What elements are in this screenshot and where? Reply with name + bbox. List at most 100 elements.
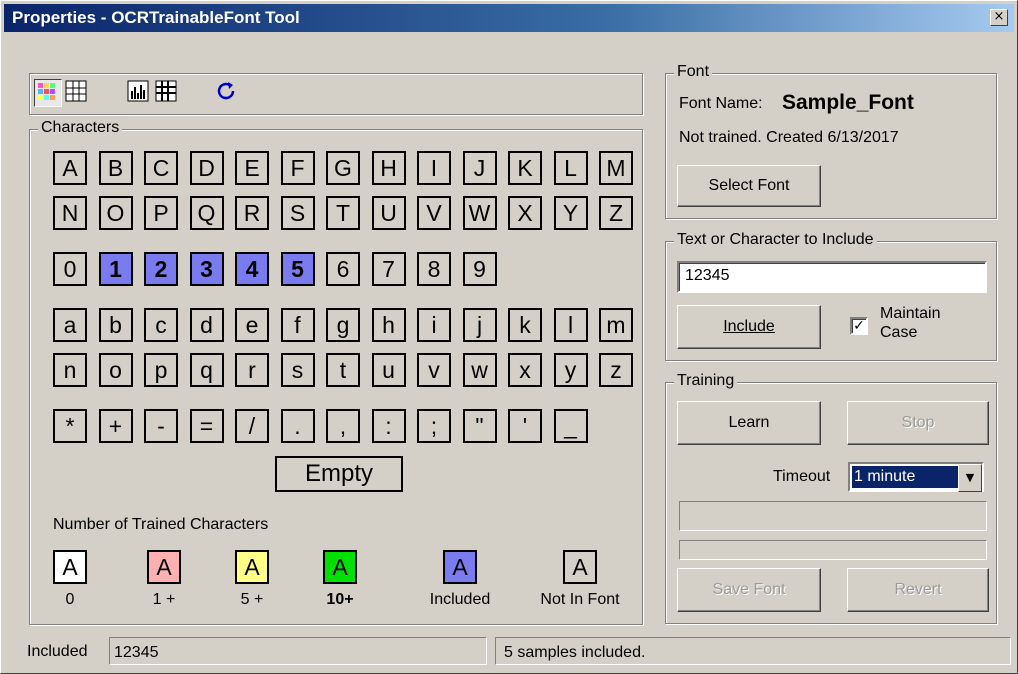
include-button[interactable]: Include [677, 305, 821, 349]
grid-view-icon[interactable] [64, 79, 90, 105]
trained-legend-title: Number of Trained Characters [53, 516, 269, 533]
char-uppercase_row1-3[interactable]: D [189, 151, 224, 185]
char-uppercase_row1-8[interactable]: I [417, 151, 451, 185]
char-lowercase_row1-7[interactable]: h [371, 308, 406, 342]
char-lowercase_row1-11[interactable]: l [553, 308, 588, 342]
char-lowercase_row1-2[interactable]: c [144, 308, 178, 342]
char-uppercase_row1-10[interactable]: K [508, 151, 542, 185]
char-symbols-4[interactable]: / [235, 409, 269, 443]
char-symbols-10[interactable]: ' [508, 409, 542, 443]
char-lowercase_row2-11[interactable]: y [553, 353, 588, 387]
char-uppercase_row1-6[interactable]: G [326, 151, 360, 185]
char-lowercase_row2-3[interactable]: q [189, 353, 224, 387]
char-uppercase_row1-1[interactable]: B [98, 151, 133, 185]
learn-button[interactable]: Learn [677, 401, 821, 445]
char-uppercase_row2-7[interactable]: U [371, 196, 406, 230]
char-lowercase_row2-7[interactable]: u [371, 353, 406, 387]
char-lowercase_row1-9[interactable]: j [462, 308, 497, 342]
char-uppercase_row2-2[interactable]: P [144, 196, 178, 230]
char-digits-6[interactable]: 6 [326, 252, 360, 286]
char-symbols-8[interactable]: ; [417, 409, 451, 443]
char-uppercase_row2-6[interactable]: T [326, 196, 360, 230]
char-uppercase_row2-10[interactable]: X [508, 196, 542, 230]
char-lowercase_row1-0[interactable]: a [53, 308, 87, 342]
include-text-input[interactable]: 12345 [677, 261, 987, 293]
char-uppercase_row1-0[interactable]: A [53, 151, 87, 185]
char-digits-2[interactable]: 2 [144, 252, 178, 286]
histogram-icon[interactable] [126, 79, 152, 105]
char-uppercase_row1-12[interactable]: M [599, 151, 633, 185]
revert-button[interactable]: Revert [847, 568, 989, 612]
char-lowercase_row2-6[interactable]: t [326, 353, 360, 387]
char-lowercase_row1-12[interactable]: m [599, 308, 633, 342]
title-bar[interactable]: Properties - OCRTrainableFont Tool × [4, 4, 1014, 32]
progress-bar-1 [679, 501, 987, 531]
char-lowercase_row2-1[interactable]: o [98, 353, 133, 387]
char-symbols-11[interactable]: _ [553, 409, 588, 443]
char-symbols-7[interactable]: : [371, 409, 406, 443]
char-digits-9[interactable]: 9 [462, 252, 497, 286]
char-digits-3[interactable]: 3 [189, 252, 224, 286]
char-uppercase_row2-4[interactable]: R [235, 196, 269, 230]
char-uppercase_row1-9[interactable]: J [462, 151, 497, 185]
save-font-button[interactable]: Save Font [677, 568, 821, 612]
refresh-icon[interactable] [214, 79, 240, 105]
char-lowercase_row2-5[interactable]: s [280, 353, 315, 387]
char-uppercase_row1-5[interactable]: F [280, 151, 315, 185]
char-lowercase_row2-10[interactable]: x [508, 353, 542, 387]
char-uppercase_row2-1[interactable]: O [98, 196, 133, 230]
table-icon[interactable] [154, 79, 180, 105]
char-lowercase_row2-2[interactable]: p [144, 353, 178, 387]
char-uppercase_row2-11[interactable]: Y [553, 196, 588, 230]
char-symbols-1[interactable]: + [98, 409, 133, 443]
close-icon[interactable]: × [990, 9, 1008, 26]
swatch-label-5: Not In Font [540, 591, 620, 608]
char-uppercase_row2-5[interactable]: S [280, 196, 315, 230]
color-view-icon[interactable] [34, 79, 62, 107]
char-symbols-6[interactable]: , [326, 409, 360, 443]
char-uppercase_row1-4[interactable]: E [235, 151, 269, 185]
maintain-case-label: Maintain Case [880, 304, 940, 342]
chevron-down-icon[interactable]: ▼ [958, 464, 982, 492]
char-lowercase_row1-10[interactable]: k [508, 308, 542, 342]
char-symbols-9[interactable]: " [462, 409, 497, 443]
char-lowercase_row1-6[interactable]: g [326, 308, 360, 342]
char-uppercase_row2-8[interactable]: V [417, 196, 451, 230]
char-uppercase_row2-9[interactable]: W [462, 196, 497, 230]
char-digits-1[interactable]: 1 [98, 252, 133, 286]
swatch-2: A [235, 550, 269, 584]
char-digits-0[interactable]: 0 [53, 252, 87, 286]
char-uppercase_row1-11[interactable]: L [553, 151, 588, 185]
maintain-case-line2: Case [880, 324, 918, 341]
status-message: 5 samples included. [495, 637, 1011, 665]
char-uppercase_row1-7[interactable]: H [371, 151, 406, 185]
char-symbols-3[interactable]: = [189, 409, 224, 443]
char-symbols-0[interactable]: * [53, 409, 87, 443]
char-uppercase_row2-3[interactable]: Q [189, 196, 224, 230]
char-lowercase_row2-9[interactable]: w [462, 353, 497, 387]
char-symbols-2[interactable]: - [144, 409, 178, 443]
char-digits-4[interactable]: 4 [235, 252, 269, 286]
char-lowercase_row1-8[interactable]: i [417, 308, 451, 342]
stop-button[interactable]: Stop [847, 401, 989, 445]
empty-character-button[interactable]: Empty [275, 456, 403, 492]
char-lowercase_row2-12[interactable]: z [599, 353, 633, 387]
char-uppercase_row1-2[interactable]: C [144, 151, 178, 185]
timeout-select[interactable]: 1 minute ▼ [848, 462, 984, 492]
char-lowercase_row2-8[interactable]: v [417, 353, 451, 387]
char-digits-7[interactable]: 7 [371, 252, 406, 286]
char-uppercase_row2-12[interactable]: Z [599, 196, 633, 230]
char-lowercase_row2-0[interactable]: n [53, 353, 87, 387]
char-lowercase_row1-5[interactable]: f [280, 308, 315, 342]
timeout-value: 1 minute [852, 466, 958, 488]
char-digits-5[interactable]: 5 [280, 252, 315, 286]
char-symbols-5[interactable]: . [280, 409, 315, 443]
char-lowercase_row1-3[interactable]: d [189, 308, 224, 342]
maintain-case-checkbox[interactable]: ✓ [850, 317, 868, 335]
select-font-button[interactable]: Select Font [677, 165, 821, 207]
char-uppercase_row2-0[interactable]: N [53, 196, 87, 230]
char-lowercase_row2-4[interactable]: r [235, 353, 269, 387]
char-lowercase_row1-4[interactable]: e [235, 308, 269, 342]
char-lowercase_row1-1[interactable]: b [98, 308, 133, 342]
char-digits-8[interactable]: 8 [417, 252, 451, 286]
